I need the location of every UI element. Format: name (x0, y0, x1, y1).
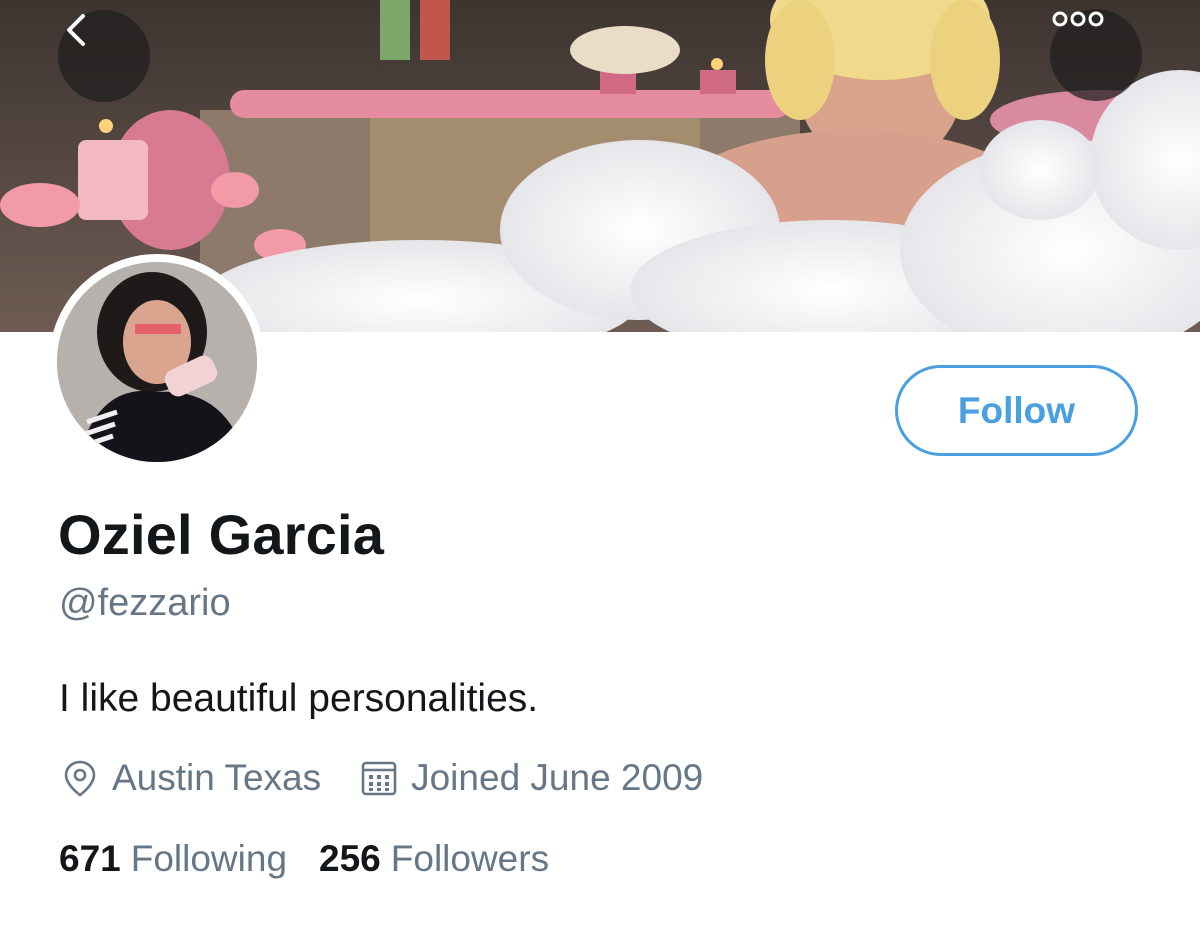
user-handle: @fezzario (59, 582, 231, 624)
followers-label: Followers (390, 838, 550, 879)
following-stat[interactable]: 671 Following (59, 838, 287, 880)
location-text: Austin Texas (112, 757, 322, 798)
profile-meta: Austin Texas Joined June 2009 (60, 754, 703, 802)
more-icon (1052, 11, 1104, 27)
profile-stats: 671 Following 256 Followers (59, 838, 549, 880)
following-label: Following (130, 838, 288, 879)
following-count: 671 (59, 838, 121, 879)
avatar[interactable] (49, 254, 265, 470)
more-button[interactable] (1050, 9, 1142, 101)
chevron-left-icon (67, 14, 85, 46)
calendar-icon (361, 761, 397, 796)
bio-text: I like beautiful personalities. (59, 677, 539, 720)
joined-text: Joined June 2009 (411, 757, 704, 798)
display-name: Oziel Garcia (58, 503, 385, 566)
follow-button[interactable]: Follow (895, 365, 1138, 456)
followers-stat[interactable]: 256 Followers (319, 838, 549, 880)
followers-count: 256 (319, 838, 381, 879)
location-item: Austin Texas (60, 757, 321, 799)
back-button[interactable] (58, 10, 150, 102)
location-pin-icon (64, 760, 96, 797)
joined-item: Joined June 2009 (359, 757, 703, 799)
avatar-image (57, 262, 257, 462)
